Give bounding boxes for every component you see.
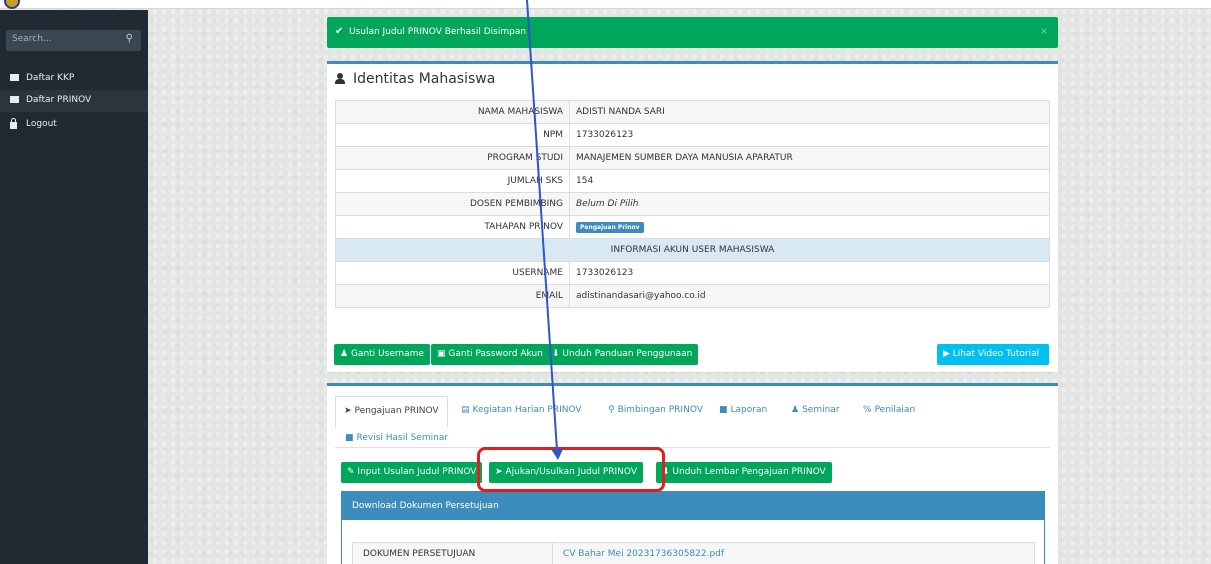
arrow-head bbox=[551, 449, 563, 460]
annotation-arrow bbox=[526, 0, 563, 460]
arrow-shaft bbox=[526, 0, 558, 451]
